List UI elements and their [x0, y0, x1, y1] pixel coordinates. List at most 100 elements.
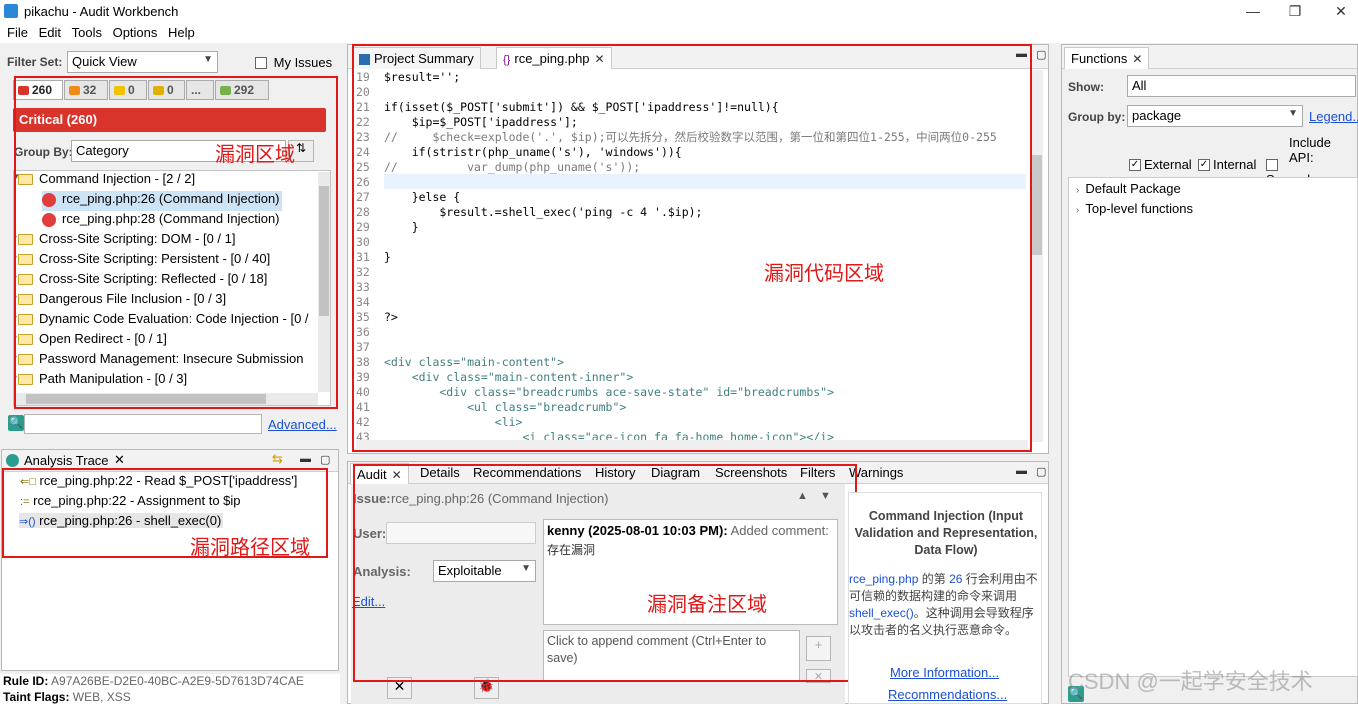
tree-folder-xss-reflected[interactable]: › Cross-Site Scripting: Reflected - [0 / …: [14, 271, 267, 291]
maximize-icon[interactable]: ▢: [1036, 465, 1046, 478]
severity-tab-medium[interactable]: 0: [109, 80, 147, 100]
editor-vscrollbar[interactable]: [1031, 70, 1043, 442]
info-file-link[interactable]: rce_ping.php: [849, 572, 918, 586]
arrow-up-icon[interactable]: ▲: [797, 490, 808, 502]
tree-folder-command-injection[interactable]: ▾ Command Injection - [2 / 2]: [14, 171, 195, 191]
tree-folder-code-injection[interactable]: › Dynamic Code Evaluation: Code Injection…: [14, 311, 309, 331]
minimize-icon[interactable]: ▬: [1016, 48, 1027, 60]
maximize-icon[interactable]: ▢: [320, 453, 330, 466]
swap-icon[interactable]: ⇆: [272, 451, 283, 467]
internal-checkbox[interactable]: ✓ Internal: [1198, 157, 1256, 172]
code-editor[interactable]: 19 $result=''; 20 21 if(isset($_POST['submit…: [356, 70, 1028, 442]
tab-diagram[interactable]: Diagram: [651, 465, 700, 480]
minimize-icon[interactable]: ▬: [300, 453, 311, 465]
external-checkbox[interactable]: ✓ External: [1129, 157, 1192, 172]
group-by-functions-select[interactable]: package ▼: [1127, 105, 1303, 127]
info-line-link[interactable]: 26: [949, 572, 962, 586]
menu-file[interactable]: File: [7, 24, 28, 41]
tab-audit[interactable]: Audit ✕: [350, 463, 409, 485]
tree-folder-open-redirect[interactable]: › Open Redirect - [0 / 1]: [14, 331, 167, 351]
tab-history[interactable]: History: [595, 465, 635, 480]
tab-functions[interactable]: Functions ✕: [1064, 47, 1150, 69]
tab-warnings[interactable]: Warnings: [849, 465, 903, 480]
current-line-highlight: [384, 174, 1026, 189]
append-comment-input[interactable]: Click to append comment (Ctrl+Enter to s…: [543, 630, 800, 682]
code-text: <div class="main-content">: [384, 355, 565, 369]
tree-label: Open Redirect - [0 / 1]: [39, 331, 167, 346]
user-field[interactable]: [386, 522, 536, 544]
delete-comment-icon[interactable]: ✕: [806, 669, 831, 683]
chevron-right-icon: ›: [14, 291, 17, 301]
editor-hscrollbar[interactable]: [356, 440, 1028, 450]
close-icon[interactable]: ✕: [1326, 2, 1356, 22]
maximize-icon[interactable]: ▢: [1036, 48, 1046, 61]
tree-folder-password-mgmt[interactable]: › Password Management: Insecure Submissio…: [14, 351, 303, 371]
menu-tools[interactable]: Tools: [72, 24, 102, 41]
severity-tab-high[interactable]: 32: [64, 80, 108, 100]
critical-issue-icon: [42, 192, 56, 207]
tree-folder-xss-dom[interactable]: › Cross-Site Scripting: DOM - [0 / 1]: [14, 231, 236, 251]
user-label: User:: [353, 526, 387, 541]
trace-row-call[interactable]: ⇒() rce_ping.php:26 - shell_exec(0): [19, 513, 224, 528]
search-icon: 🔍: [8, 415, 24, 431]
trace-row-assign[interactable]: := rce_ping.php:22 - Assignment to $ip: [20, 493, 241, 508]
tab-rce-ping[interactable]: {} rce_ping.php ✕: [496, 47, 612, 69]
chevron-down-icon: ▼: [521, 563, 531, 574]
minimize-icon[interactable]: ▬: [1016, 465, 1027, 477]
analysis-select[interactable]: Exploitable ▼: [433, 560, 536, 582]
line-number: 21: [356, 100, 370, 114]
add-comment-icon[interactable]: +: [806, 636, 831, 661]
tab-recommendations[interactable]: Recommendations: [473, 465, 581, 480]
more-information-link[interactable]: More Information...: [890, 665, 999, 680]
edit-link[interactable]: Edit...: [352, 594, 385, 609]
minimize-icon[interactable]: —: [1238, 2, 1268, 22]
functions-tree-default-package[interactable]: › Default Package: [1076, 181, 1181, 196]
arrow-down-icon[interactable]: ▼: [820, 490, 831, 502]
tree-folder-file-inclusion[interactable]: › Dangerous File Inclusion - [0 / 3]: [14, 291, 226, 311]
close-icon[interactable]: ✕: [595, 52, 605, 66]
show-select[interactable]: All: [1127, 75, 1356, 97]
menu-options[interactable]: Options: [113, 24, 158, 41]
tree-hscroll-thumb[interactable]: [26, 394, 266, 404]
functions-header: Functions ✕: [1062, 45, 1357, 69]
functions-tree-top-level[interactable]: › Top-level functions: [1076, 201, 1193, 216]
restore-icon[interactable]: ❐: [1280, 2, 1310, 22]
close-icon[interactable]: ✕: [392, 468, 402, 482]
info-function-link[interactable]: shell_exec(): [849, 606, 914, 620]
severity-tab-low[interactable]: 0: [148, 80, 185, 100]
editor-vscroll-thumb[interactable]: [1032, 155, 1042, 255]
filter-set-select[interactable]: Quick View ▼: [67, 51, 218, 73]
tree-issue-rce26[interactable]: rce_ping.php:26 (Command Injection): [42, 191, 282, 211]
tab-screenshots[interactable]: Screenshots: [715, 465, 787, 480]
search-input[interactable]: [24, 414, 262, 434]
tree-folder-path-manipulation[interactable]: › Path Manipulation - [0 / 3]: [14, 371, 187, 391]
suppress-icon[interactable]: ✕: [387, 677, 412, 699]
bug-icon[interactable]: 🐞: [474, 677, 499, 699]
tab-filters[interactable]: Filters: [800, 465, 835, 480]
tab-details[interactable]: Details: [420, 465, 460, 480]
trace-row-read[interactable]: ⇐□ rce_ping.php:22 - Read $_POST['ipaddr…: [20, 473, 297, 488]
chevron-right-icon: ›: [14, 311, 17, 321]
close-icon[interactable]: ✕: [114, 452, 125, 468]
legend-link[interactable]: Legend...: [1309, 109, 1358, 124]
filter-set-value: Quick View: [72, 54, 137, 69]
tab-project-summary[interactable]: Project Summary: [352, 47, 481, 69]
my-issues-checkbox[interactable]: My Issues: [255, 55, 332, 70]
menu-help[interactable]: Help: [168, 24, 195, 41]
tree-folder-xss-persistent[interactable]: › Cross-Site Scripting: Persistent - [0 /…: [14, 251, 270, 271]
tree-scroll-thumb[interactable]: [319, 186, 329, 316]
severity-tab-critical[interactable]: 260: [13, 80, 63, 100]
info-title: Command Injection (Input Validation and …: [854, 509, 1038, 557]
tree-issue-rce28[interactable]: rce_ping.php:28 (Command Injection): [42, 211, 280, 231]
folder-icon: [18, 294, 33, 306]
assign-icon: :=: [20, 496, 30, 508]
code-text: // var_dump(php_uname('s'));: [384, 160, 641, 174]
recommendations-link[interactable]: Recommendations...: [888, 687, 1007, 702]
menu-edit[interactable]: Edit: [39, 24, 61, 41]
advanced-link[interactable]: Advanced...: [268, 417, 337, 432]
tab-label: Functions: [1071, 51, 1128, 66]
severity-tab-all[interactable]: 292: [215, 80, 269, 100]
close-icon[interactable]: ✕: [1132, 52, 1142, 66]
severity-tab-more[interactable]: ...: [186, 80, 214, 100]
tab-label: Audit: [357, 467, 387, 482]
